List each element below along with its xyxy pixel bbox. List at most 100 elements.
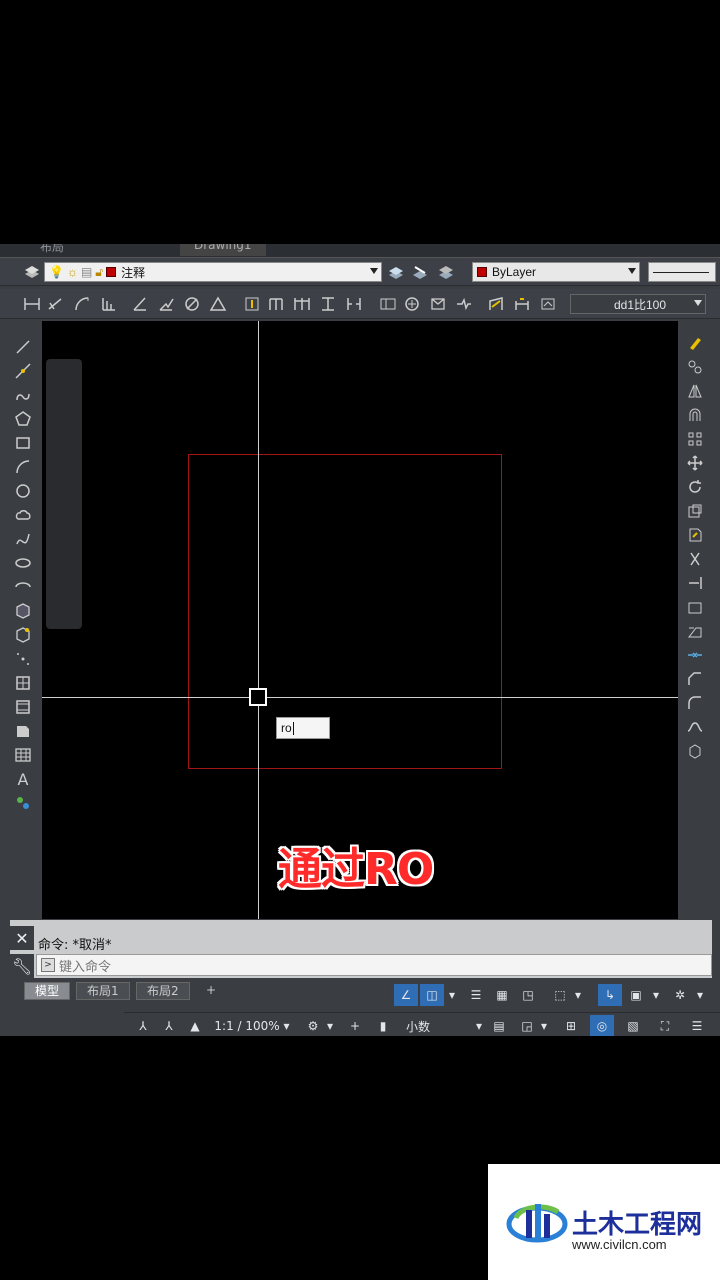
workspace-icon[interactable]: ✲ (668, 984, 692, 1006)
units-selector[interactable]: 小数 ▾ (396, 1015, 482, 1036)
clean-screen-icon[interactable]: ▧ (622, 1015, 644, 1036)
customization-menu-icon[interactable]: ☰ (686, 1015, 708, 1036)
jogged-linear-icon[interactable] (454, 294, 474, 314)
scale-icon[interactable] (684, 500, 706, 522)
chevron-down-icon[interactable]: ▾ (572, 984, 584, 1006)
tolerance-icon[interactable] (378, 294, 398, 314)
tab-first[interactable]: 布局 (40, 244, 64, 256)
make-current-icon[interactable] (386, 262, 406, 282)
annotation-scale-icon[interactable]: ▲ (184, 1015, 206, 1036)
dimension-update-icon[interactable] (538, 294, 558, 314)
revision-cloud-icon[interactable] (12, 504, 34, 526)
gear-icon[interactable]: ⚙ (302, 1015, 324, 1036)
offset-icon[interactable] (684, 404, 706, 426)
dimension-break-icon[interactable] (344, 294, 364, 314)
scale-selector[interactable]: 1:1 / 100% ▾ (210, 1015, 294, 1036)
arc-icon[interactable] (12, 456, 34, 478)
ellipse-arc-icon[interactable] (12, 576, 34, 598)
fillet-icon[interactable] (684, 692, 706, 714)
tab-layout2[interactable]: 布局2 (136, 982, 190, 1000)
continue-dimension-icon[interactable] (292, 294, 312, 314)
layer-properties-icon[interactable] (22, 262, 42, 282)
add-selected-icon[interactable] (12, 792, 34, 814)
transparency-icon[interactable]: ▦ (490, 984, 514, 1006)
wrench-icon[interactable]: 🔧︎ (10, 954, 34, 978)
rotate-icon[interactable] (684, 476, 706, 498)
match-layer-icon[interactable] (410, 262, 430, 282)
close-icon[interactable]: ✕ (10, 926, 34, 950)
arc-length-icon[interactable] (72, 294, 92, 314)
table-icon[interactable] (12, 744, 34, 766)
lock-ui-icon[interactable]: ◲ (516, 1015, 538, 1036)
inspect-icon[interactable] (428, 294, 448, 314)
auto-scale-icon[interactable]: ⅄ (158, 1015, 180, 1036)
move-icon[interactable] (684, 452, 706, 474)
red-rectangle[interactable] (188, 454, 502, 769)
break-icon[interactable] (684, 620, 706, 642)
dimension-text-edit-icon[interactable] (512, 294, 532, 314)
ordinate-dimension-icon[interactable] (98, 294, 118, 314)
construction-line-icon[interactable] (12, 360, 34, 382)
angular-dimension-icon[interactable] (208, 294, 228, 314)
chevron-down-icon[interactable]: ▾ (446, 984, 458, 1006)
baseline-icon[interactable] (266, 294, 286, 314)
join-icon[interactable] (684, 644, 706, 666)
region-icon[interactable] (12, 720, 34, 742)
diameter-dimension-icon[interactable] (182, 294, 202, 314)
spline-icon[interactable] (12, 528, 34, 550)
plus-icon[interactable]: + (344, 1015, 366, 1036)
drawing-canvas[interactable]: ro 通过RO (42, 321, 678, 919)
layer-combo[interactable]: 💡 ☼ ▤ 🔓︎ 注释 (44, 262, 382, 282)
extend-icon[interactable] (684, 572, 706, 594)
isolate-objects-icon[interactable]: ⊞ (560, 1015, 582, 1036)
linetype-combo[interactable] (648, 262, 716, 282)
chevron-down-icon[interactable]: ▾ (694, 984, 706, 1006)
color-combo[interactable]: ByLayer (472, 262, 640, 282)
command-prompt-icon[interactable]: > (41, 958, 55, 972)
chamfer-icon[interactable] (684, 668, 706, 690)
blend-curves-icon[interactable] (684, 716, 706, 738)
maximize-viewport-icon[interactable]: ⛶ (654, 1015, 676, 1036)
line-icon[interactable] (12, 336, 34, 358)
hardware-acceleration-icon[interactable]: ◎ (590, 1015, 614, 1036)
dimension-edit-icon[interactable] (486, 294, 506, 314)
insert-block-icon[interactable] (12, 600, 34, 622)
chevron-down-icon[interactable]: ▾ (650, 984, 662, 1006)
point-icon[interactable] (12, 648, 34, 670)
layer-previous-icon[interactable] (436, 262, 456, 282)
mirror-icon[interactable] (684, 380, 706, 402)
explode-icon[interactable] (684, 740, 706, 762)
trim-icon[interactable] (684, 548, 706, 570)
stretch-icon[interactable] (684, 524, 706, 546)
add-layout-button[interactable]: + (196, 982, 226, 1000)
ortho-icon[interactable]: ∠ (394, 984, 418, 1006)
linear-dimension-icon[interactable] (22, 294, 42, 314)
multiline-text-icon[interactable]: A (12, 768, 34, 790)
hatch-icon[interactable] (12, 672, 34, 694)
lineweight-icon[interactable]: ☰ (464, 984, 488, 1006)
selection-cycling-icon[interactable]: ◳ (516, 984, 540, 1006)
make-block-icon[interactable] (12, 624, 34, 646)
radius-dimension-icon[interactable] (130, 294, 150, 314)
dynamic-input-box[interactable]: ro (276, 717, 330, 739)
quick-dimension-icon[interactable] (242, 294, 262, 314)
jogged-icon[interactable] (156, 294, 176, 314)
array-icon[interactable] (684, 428, 706, 450)
dimstyle-combo[interactable]: dd1比100 (570, 294, 706, 314)
command-input[interactable]: > 键入命令 (36, 954, 712, 976)
tab-layout1[interactable]: 布局1 (76, 982, 130, 1000)
tab-model[interactable]: 模型 (24, 982, 71, 1000)
chevron-down-icon[interactable]: ▾ (324, 1015, 336, 1036)
dynamic-ucs-icon[interactable]: ↳ (598, 984, 622, 1006)
annotation-monitor-icon[interactable]: ▣ (624, 984, 648, 1006)
circle-icon[interactable] (12, 480, 34, 502)
chevron-down-icon[interactable]: ▾ (538, 1015, 550, 1036)
dimension-space-icon[interactable] (318, 294, 338, 314)
polygon-icon[interactable] (12, 408, 34, 430)
polyline-icon[interactable] (12, 384, 34, 406)
break-at-point-icon[interactable] (684, 596, 706, 618)
polar-tracking-icon[interactable]: ◫ (420, 984, 444, 1006)
3d-osnap-icon[interactable]: ⬚ (548, 984, 572, 1006)
gradient-icon[interactable] (12, 696, 34, 718)
aligned-dimension-icon[interactable] (46, 294, 66, 314)
